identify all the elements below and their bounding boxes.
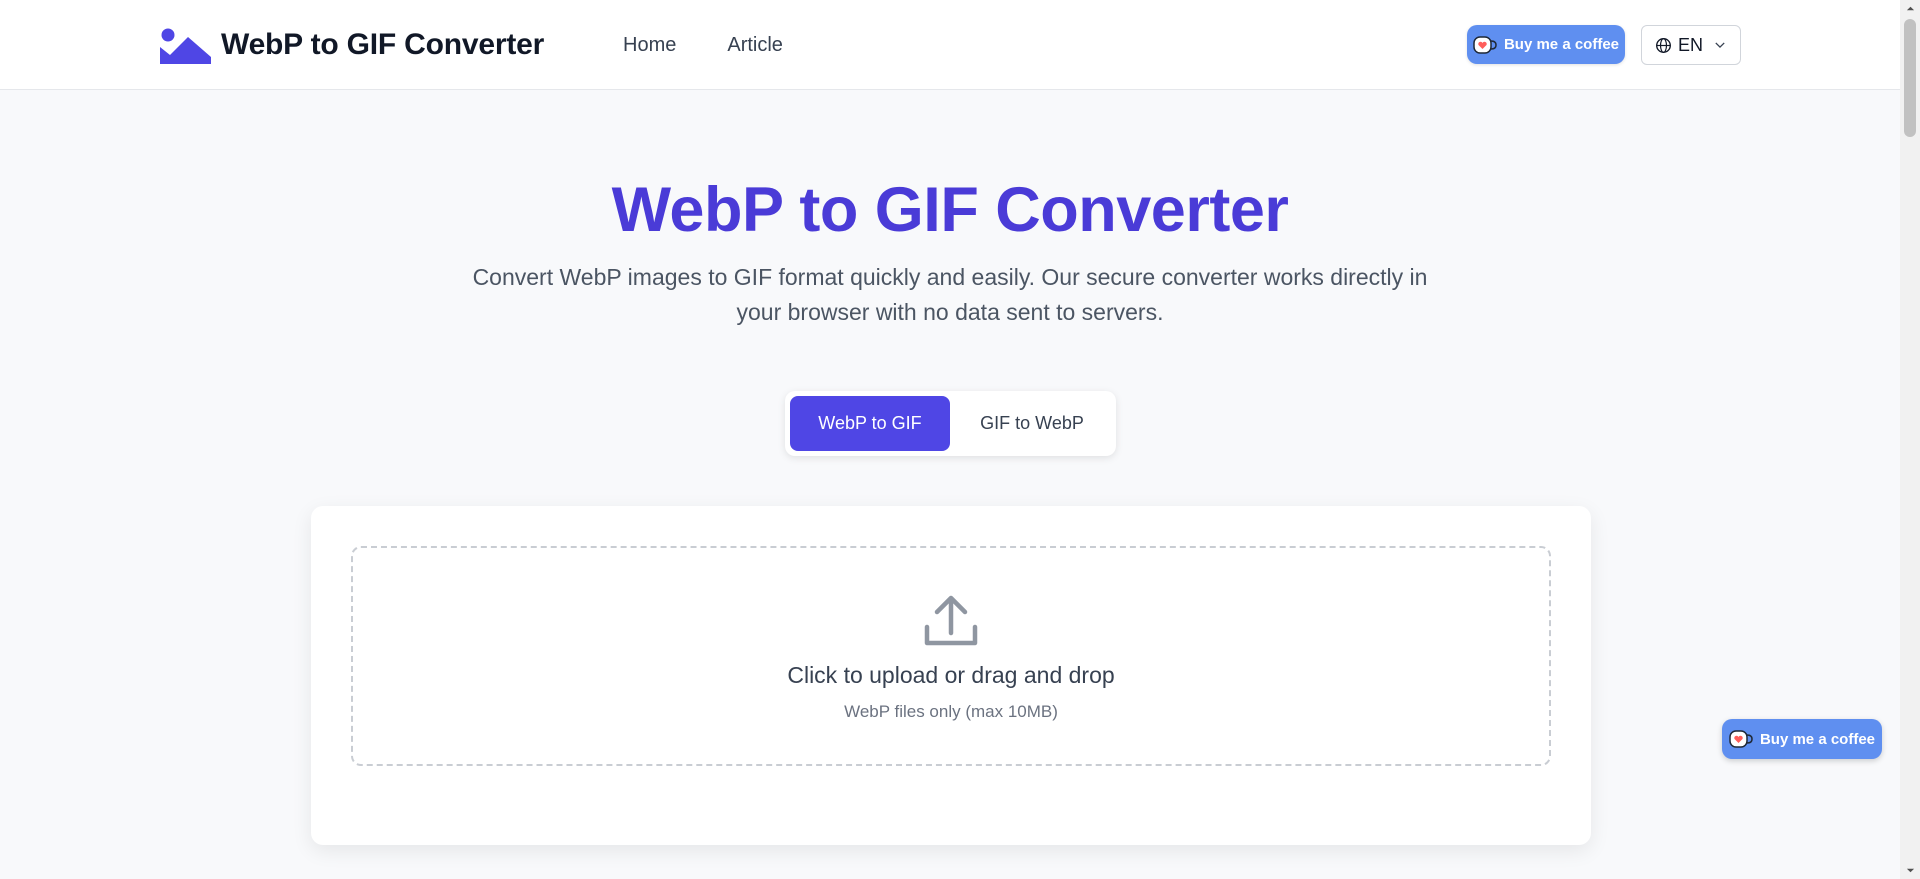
upload-file-hint: WebP files only (max 10MB)	[844, 702, 1058, 721]
tab-gif-to-webp[interactable]: GIF to WebP	[952, 396, 1112, 451]
upload-instruction: Click to upload or drag and drop	[787, 662, 1115, 688]
upload-icon	[924, 595, 978, 646]
scrollbar-thumb[interactable]	[1904, 19, 1916, 137]
coffee-button-label: Buy me a coffee	[1503, 36, 1620, 53]
language-selector[interactable]: EN	[1641, 25, 1741, 65]
conversion-mode-tabs: WebP to GIF GIF to WebP	[785, 391, 1116, 456]
coffee-cup-icon	[1473, 35, 1497, 55]
page-subtitle: Convert WebP images to GIF format quickl…	[472, 264, 1428, 325]
mountain-image-icon	[160, 28, 211, 64]
file-dropzone[interactable]: Click to upload or drag and drop WebP fi…	[351, 546, 1551, 766]
nav-home[interactable]: Home	[623, 31, 676, 59]
floating-coffee-label: Buy me a coffee	[1759, 730, 1876, 748]
tab-webp-to-gif[interactable]: WebP to GIF	[790, 396, 950, 451]
logo[interactable]: WebP to GIF Converter	[160, 26, 544, 64]
scroll-up-arrow-icon[interactable]	[1900, 0, 1920, 17]
chevron-down-icon	[1715, 42, 1725, 48]
scroll-down-arrow-icon[interactable]	[1900, 862, 1920, 879]
globe-icon	[1656, 37, 1671, 53]
vertical-scrollbar[interactable]	[1900, 0, 1920, 879]
nav-article[interactable]: Article	[727, 31, 783, 59]
main-nav: Home Article	[623, 31, 783, 59]
language-label: EN	[1677, 34, 1703, 55]
buy-me-a-coffee-button[interactable]: Buy me a coffee	[1467, 25, 1625, 64]
site-header: WebP to GIF Converter Home Article Buy m…	[0, 0, 1900, 90]
upload-card: Click to upload or drag and drop WebP fi…	[311, 506, 1591, 845]
logo-text: WebP to GIF Converter	[221, 28, 545, 61]
floating-buy-me-a-coffee-button[interactable]: Buy me a coffee	[1722, 719, 1882, 759]
page: WebP to GIF Converter Home Article Buy m…	[0, 0, 1920, 879]
coffee-cup-icon	[1729, 729, 1753, 749]
page-title: WebP to GIF Converter	[611, 175, 1289, 245]
